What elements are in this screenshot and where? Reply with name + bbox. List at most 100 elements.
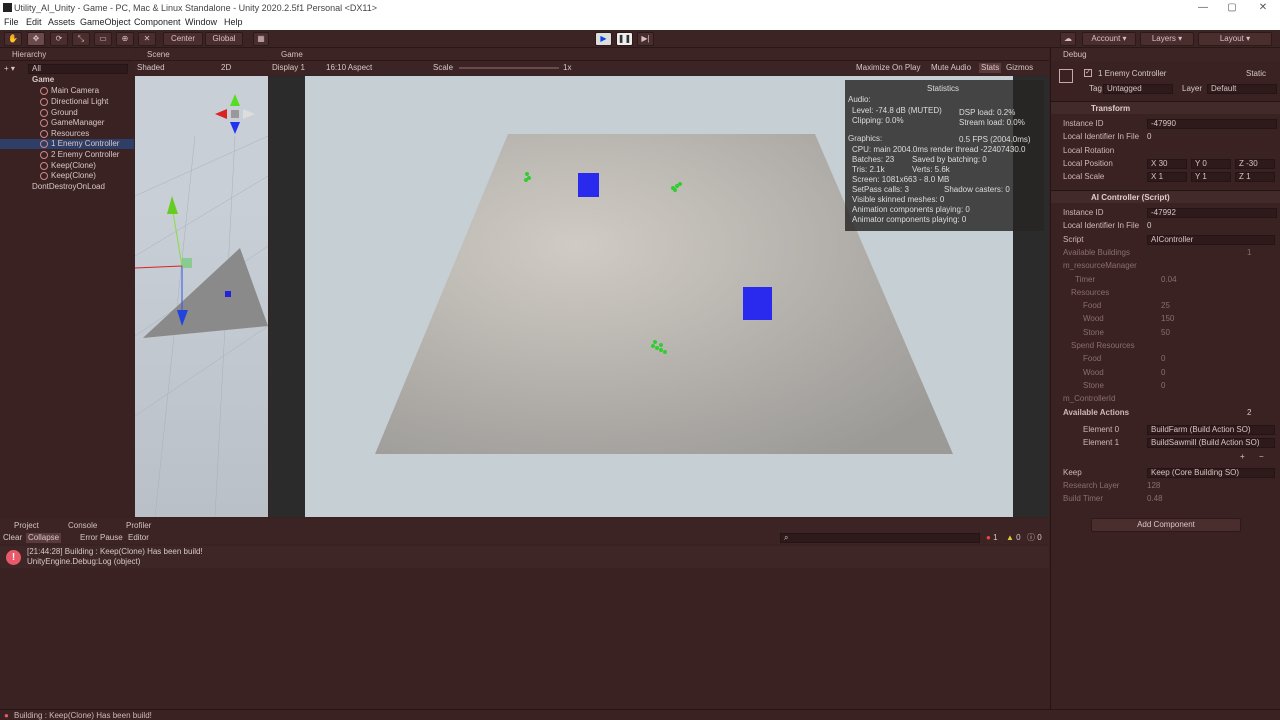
stats-toggle[interactable]: Stats xyxy=(979,63,1002,73)
hierarchy-item-ground[interactable]: Ground xyxy=(40,108,78,118)
move-tool-icon[interactable]: ✥ xyxy=(27,32,45,46)
element-0-field[interactable]: BuildFarm (Build Action SO) xyxy=(1147,425,1275,435)
layer-dropdown[interactable]: Default xyxy=(1207,84,1277,94)
pivot-center-button[interactable]: Center xyxy=(163,32,203,46)
tag-dropdown[interactable]: Untagged xyxy=(1103,84,1173,94)
global-local-button[interactable]: Global xyxy=(205,32,243,46)
element-1-field[interactable]: BuildSawmill (Build Action SO) xyxy=(1147,438,1275,448)
display-dropdown[interactable]: Display 1 xyxy=(272,63,305,73)
hand-tool-icon[interactable]: ✋ xyxy=(4,32,22,46)
hierarchy-item-keep-clone-2[interactable]: Keep(Clone) xyxy=(40,171,96,181)
gizmo-x-axis[interactable] xyxy=(135,265,183,269)
status-message[interactable]: Building : Keep(Clone) Has been build! xyxy=(14,711,152,720)
hierarchy-item-1-enemy-controller[interactable]: 1 Enemy Controller xyxy=(0,139,134,149)
tab-hierarchy[interactable]: Hierarchy xyxy=(0,48,46,61)
grid-snap-icon[interactable]: ▦ xyxy=(253,32,269,46)
scale-y-field[interactable]: Y 1 xyxy=(1191,172,1231,182)
hierarchy-item-dontdestroyonload[interactable]: DontDestroyOnLoad xyxy=(32,182,105,192)
scale-slider[interactable] xyxy=(459,67,559,69)
static-toggle[interactable]: Static xyxy=(1246,69,1266,79)
layout-dropdown[interactable]: Layout ▾ xyxy=(1198,32,1272,46)
list-remove-button[interactable]: − xyxy=(1259,452,1264,462)
aspect-dropdown[interactable]: 16:10 Aspect xyxy=(326,63,372,73)
tab-profiler[interactable]: Profiler xyxy=(114,519,151,532)
hierarchy-search-input[interactable]: All xyxy=(28,64,128,74)
console-search-input[interactable]: ⌕ xyxy=(780,533,980,543)
editor-dropdown[interactable]: Editor xyxy=(128,533,149,543)
gameobject-icon xyxy=(40,129,48,138)
gizmo-y-axis[interactable] xyxy=(171,205,183,267)
menu-assets[interactable]: Assets xyxy=(48,17,75,27)
menu-help[interactable]: Help xyxy=(224,17,243,27)
clear-button[interactable]: Clear xyxy=(3,533,22,543)
instance-id-field[interactable]: -47990 xyxy=(1147,119,1277,129)
custom-tool-icon[interactable]: ✕ xyxy=(138,32,156,46)
object-name[interactable]: 1 Enemy Controller xyxy=(1098,69,1166,79)
scene-viewport[interactable] xyxy=(135,76,268,517)
play-button[interactable]: ▶ xyxy=(595,32,612,46)
menu-edit[interactable]: Edit xyxy=(26,17,42,27)
instance-id-label: Instance ID xyxy=(1063,119,1104,128)
hierarchy-item-2-enemy-controller[interactable]: 2 Enemy Controller xyxy=(40,150,119,160)
maximize-on-play-toggle[interactable]: Maximize On Play xyxy=(856,63,920,73)
hierarchy-item-keep-clone-1[interactable]: Keep(Clone) xyxy=(40,161,96,171)
hierarchy-item-directional-light[interactable]: Directional Light xyxy=(40,97,108,107)
gizmo-y-arrow[interactable] xyxy=(167,196,178,214)
transform-section[interactable]: Transform xyxy=(1051,101,1280,114)
mute-audio-toggle[interactable]: Mute Audio xyxy=(931,63,971,73)
step-button[interactable]: ▶| xyxy=(637,32,654,46)
gizmo-plane-handle[interactable] xyxy=(182,258,192,268)
ai-controller-section[interactable]: AI Controller (Script) xyxy=(1051,190,1280,203)
hierarchy-item-resources[interactable]: Resources xyxy=(40,129,89,139)
hierarchy-item-main-camera[interactable]: Main Camera xyxy=(40,86,99,96)
scale-z-field[interactable]: Z 1 xyxy=(1235,172,1275,182)
active-checkbox[interactable]: ✓ xyxy=(1084,69,1092,77)
hierarchy-item-game[interactable]: Game xyxy=(32,75,54,85)
menu-window[interactable]: Window xyxy=(185,17,217,27)
tab-debug-inspector[interactable]: Debug xyxy=(1051,48,1087,61)
hierarchy-add-button[interactable]: + ▾ xyxy=(4,64,15,74)
maximize-button[interactable]: ▢ xyxy=(1223,2,1241,14)
position-z-field[interactable]: Z -30 xyxy=(1235,159,1275,169)
pause-button[interactable]: ❚❚ xyxy=(616,32,633,46)
menu-gameobject[interactable]: GameObject xyxy=(80,17,131,27)
console-log-entry[interactable]: ! [21:44:28] Building : Keep(Clone) Has … xyxy=(0,546,1049,568)
transform-tool-icon[interactable]: ⊕ xyxy=(116,32,134,46)
position-x-field[interactable]: X 30 xyxy=(1147,159,1187,169)
minimize-button[interactable]: — xyxy=(1194,2,1212,14)
scale-x-field[interactable]: X 1 xyxy=(1147,172,1187,182)
gizmos-toggle[interactable]: Gizmos xyxy=(1006,63,1033,73)
script-field[interactable]: AIController xyxy=(1147,235,1275,245)
add-component-button[interactable]: Add Component xyxy=(1091,518,1241,532)
shading-dropdown[interactable]: Shaded xyxy=(137,63,165,73)
tab-project[interactable]: Project xyxy=(2,519,39,532)
rect-tool-icon[interactable]: ▭ xyxy=(94,32,112,46)
account-dropdown[interactable]: Account ▾ xyxy=(1082,32,1136,46)
menu-component[interactable]: Component xyxy=(134,17,181,27)
tab-scene[interactable]: Scene xyxy=(135,48,170,61)
keep-field[interactable]: Keep (Core Building SO) xyxy=(1147,468,1275,478)
menu-file[interactable]: File xyxy=(4,17,19,27)
tab-console[interactable]: Console xyxy=(56,519,97,532)
tab-game[interactable]: Game xyxy=(269,48,303,61)
2d-toggle[interactable]: 2D xyxy=(221,63,231,73)
position-y-field[interactable]: Y 0 xyxy=(1191,159,1231,169)
error-pause-button[interactable]: Error Pause xyxy=(80,533,123,543)
instance-id-field-2[interactable]: -47992 xyxy=(1147,208,1277,218)
close-button[interactable]: ✕ xyxy=(1254,2,1272,14)
available-actions-label[interactable]: Available Actions xyxy=(1063,408,1129,418)
warning-count[interactable]: ▲ 0 xyxy=(1006,533,1021,543)
layers-dropdown[interactable]: Layers ▾ xyxy=(1140,32,1194,46)
element-1-label: Element 1 xyxy=(1083,438,1120,447)
rotate-tool-icon[interactable]: ⟳ xyxy=(50,32,68,46)
scale-x-value: 1 xyxy=(1158,172,1164,181)
info-count[interactable]: ⓘ 0 xyxy=(1027,533,1042,543)
food-label: Food xyxy=(1083,301,1102,310)
list-add-button[interactable]: + xyxy=(1240,452,1245,462)
scale-tool-icon[interactable]: ⤡ xyxy=(72,32,90,46)
hierarchy-item-gamemanager[interactable]: GameManager xyxy=(40,118,104,128)
collapse-button[interactable]: Collapse xyxy=(26,533,62,543)
scene-orientation-gizmo[interactable] xyxy=(215,94,255,134)
error-count[interactable]: ● 1 xyxy=(986,533,998,543)
cloud-icon[interactable]: ☁ xyxy=(1060,32,1076,46)
